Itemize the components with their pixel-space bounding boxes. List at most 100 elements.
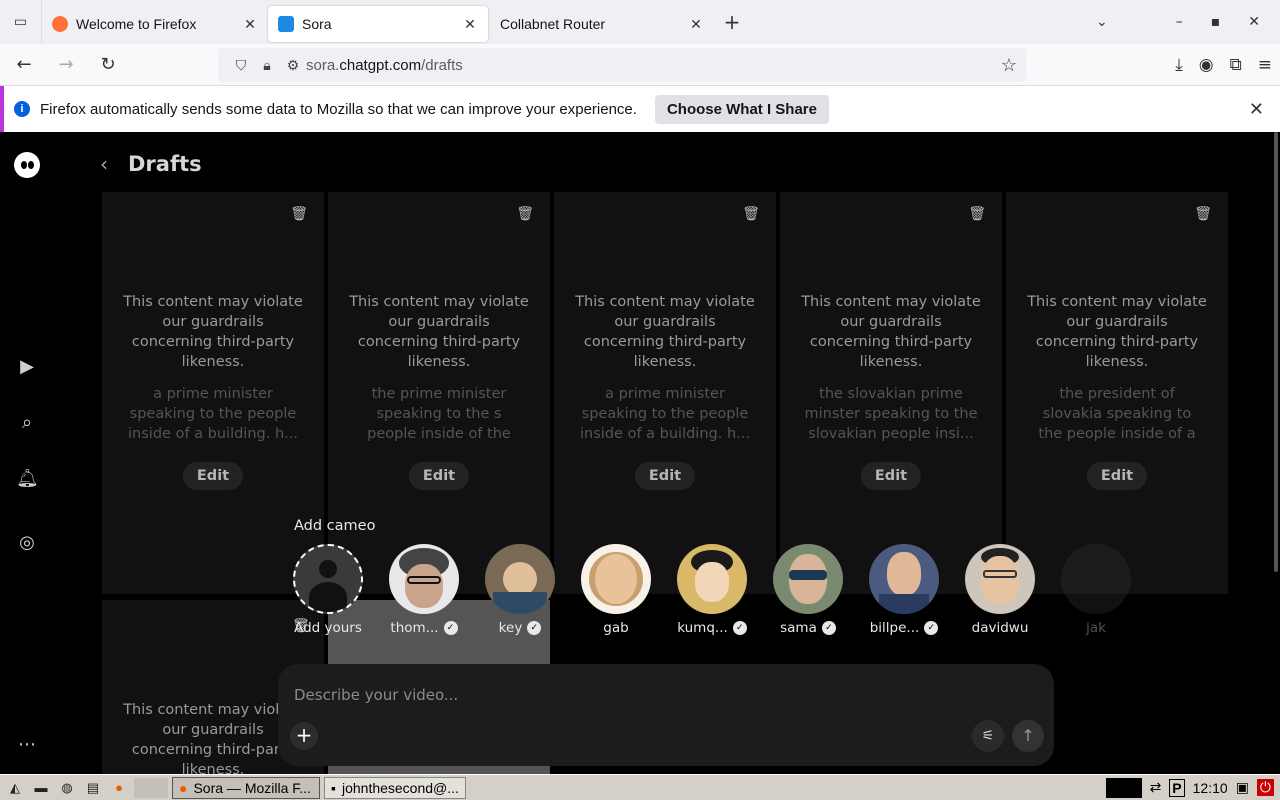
extensions-icon[interactable]: ⧉: [1230, 55, 1242, 75]
video-feed-icon[interactable]: ▶︎: [16, 356, 38, 378]
edit-button[interactable]: Edit: [408, 462, 470, 490]
draft-card[interactable]: 🗑︎ This content may violate our guardrai…: [102, 192, 324, 594]
cameo-item[interactable]: thom... ✓: [376, 544, 472, 636]
trash-icon[interactable]: 🗑︎: [516, 206, 534, 222]
cameo-name: gab: [603, 620, 629, 636]
more-icon[interactable]: ⋯: [16, 734, 38, 756]
tab-title: Collabnet Router: [500, 16, 606, 32]
draft-card[interactable]: 🗑︎ This content may violate our guardrai…: [554, 192, 776, 594]
guardrail-warning: This content may violate our guardrails …: [123, 294, 303, 370]
guardrail-warning: This content may violate our guardrails …: [801, 294, 981, 370]
tab-sora[interactable]: Sora ✕: [268, 6, 488, 42]
add-icon[interactable]: +: [290, 722, 318, 750]
scrollbar[interactable]: [1272, 132, 1280, 774]
tab-welcome-firefox[interactable]: Welcome to Firefox ✕: [42, 6, 268, 42]
chevron-down-icon[interactable]: ⌄: [1096, 14, 1108, 30]
back-chevron-icon[interactable]: ‹: [100, 152, 108, 176]
bookmark-star-icon[interactable]: ☆: [992, 55, 1026, 76]
blank-launcher-icon[interactable]: [134, 777, 168, 798]
search-icon[interactable]: ⌕: [16, 412, 38, 434]
scrollbar-thumb[interactable]: [1274, 132, 1278, 572]
avatar: [389, 544, 459, 614]
url-bar[interactable]: ⛉ 🔒︎ ⚙︎ sora. chatgpt.com/drafts ☆: [218, 48, 1026, 82]
cameo-name: sama: [780, 620, 817, 636]
cameo-add-yours[interactable]: Add yours: [280, 544, 376, 636]
firefox-launcher-icon[interactable]: ●: [108, 778, 130, 798]
guardrail-warning: This content may violate our guardrails …: [575, 294, 755, 370]
settings-sliders-icon[interactable]: ⚟: [972, 720, 1004, 752]
sora-app: ▶︎ ⌕ 🔔︎ ◎ ⋯ ‹ Drafts 🗑︎ This content may…: [0, 132, 1280, 774]
draft-prompt: the prime minister speaking to the s peo…: [367, 386, 511, 442]
cameo-name: thom...: [390, 620, 439, 636]
download-icon[interactable]: ⤓: [1175, 55, 1183, 75]
minimize-icon[interactable]: –: [1176, 14, 1183, 30]
profile-icon[interactable]: ◎: [16, 532, 38, 554]
draft-card[interactable]: 🗑︎ This content may violate our guardrai…: [1006, 192, 1228, 594]
tab-collabnet-router[interactable]: Collabnet Router ✕: [488, 6, 714, 42]
nav-bar: ← → ↻ ⛉ 🔒︎ ⚙︎ sora. chatgpt.com/drafts ☆ …: [0, 44, 1280, 86]
send-arrow-icon[interactable]: ↑: [1012, 720, 1044, 752]
draft-prompt: the slovakian prime minster speaking to …: [804, 386, 978, 442]
draft-card[interactable]: 🗑︎ This content may violate our guardrai…: [780, 192, 1002, 594]
edit-button[interactable]: Edit: [182, 462, 244, 490]
window-icon[interactable]: ▤: [82, 778, 104, 798]
account-icon[interactable]: ◉: [1199, 55, 1214, 75]
shield-icon[interactable]: ⛉: [228, 57, 254, 74]
choose-what-i-share-button[interactable]: Choose What I Share: [654, 94, 829, 124]
cameo-name: davidwu: [971, 620, 1029, 636]
close-notification-icon[interactable]: ✕: [1249, 99, 1264, 120]
add-cameo-label: Add cameo: [294, 518, 376, 534]
tray-p-icon[interactable]: P: [1169, 778, 1185, 797]
forward-icon[interactable]: →: [48, 54, 84, 75]
files-icon[interactable]: ▬: [30, 778, 52, 798]
close-tab-icon[interactable]: ✕: [462, 16, 478, 33]
cameo-item[interactable]: gab: [568, 544, 664, 636]
cameo-item[interactable]: davidwu: [952, 544, 1048, 636]
tray-black-icon: [1105, 777, 1142, 798]
menu-icon[interactable]: ≡: [1258, 55, 1272, 75]
edit-button[interactable]: Edit: [634, 462, 696, 490]
close-tab-icon[interactable]: ✕: [242, 16, 258, 33]
cameo-item[interactable]: jak: [1048, 544, 1144, 636]
trash-icon[interactable]: 🗑︎: [1194, 206, 1212, 222]
window-controls: ⌄ – ▪ ✕: [1096, 14, 1280, 30]
close-tab-icon[interactable]: ✕: [688, 16, 704, 33]
edit-button[interactable]: Edit: [1086, 462, 1148, 490]
power-icon[interactable]: ⏻: [1256, 779, 1274, 796]
url-host: chatgpt.com: [339, 56, 422, 74]
back-icon[interactable]: ←: [6, 54, 42, 75]
info-icon: i: [14, 101, 30, 117]
tab-title: Welcome to Firefox: [76, 16, 197, 32]
tab-title: Sora: [302, 16, 332, 32]
cameo-item[interactable]: key ✓: [472, 544, 568, 636]
bell-icon[interactable]: 🔔︎: [16, 468, 39, 490]
lock-icon[interactable]: 🔒︎: [254, 57, 280, 74]
cameo-item[interactable]: sama ✓: [760, 544, 856, 636]
os-taskbar: ◭ ▬ ◍ ▤ ● ● Sora — Mozilla F... ▪ johnth…: [0, 774, 1280, 800]
draft-prompt: a prime minister speaking to the people …: [580, 386, 750, 442]
close-window-icon[interactable]: ✕: [1248, 14, 1260, 30]
cameo-item[interactable]: kumq... ✓: [664, 544, 760, 636]
trash-icon[interactable]: 🗑︎: [290, 206, 308, 222]
edit-button[interactable]: Edit: [860, 462, 922, 490]
tab-list-icon[interactable]: ▭: [0, 0, 42, 44]
prompt-composer[interactable]: Describe your video... + ⚟ ↑: [278, 664, 1054, 766]
cameo-item[interactable]: billpe... ✓: [856, 544, 952, 636]
sora-logo-icon[interactable]: [14, 152, 40, 178]
cameo-name: kumq...: [677, 620, 728, 636]
reload-icon[interactable]: ↻: [90, 54, 126, 75]
taskbar-task-terminal[interactable]: ▪ johnthesecond@...: [324, 776, 466, 799]
tray-monitor-icon[interactable]: ▣: [1236, 779, 1249, 796]
avatar: [965, 544, 1035, 614]
describe-video-input[interactable]: Describe your video...: [294, 686, 458, 704]
tray-network-icon[interactable]: ⇄: [1150, 779, 1162, 796]
taskbar-task-firefox[interactable]: ● Sora — Mozilla F...: [172, 776, 320, 799]
network-icon[interactable]: ◍: [56, 778, 78, 798]
permissions-icon[interactable]: ⚙︎: [280, 57, 306, 74]
maximize-icon[interactable]: ▪: [1211, 14, 1221, 30]
trash-icon[interactable]: 🗑︎: [968, 206, 986, 222]
start-menu-icon[interactable]: ◭: [4, 778, 26, 798]
trash-icon[interactable]: 🗑︎: [742, 206, 760, 222]
cameo-name: jak: [1086, 620, 1106, 636]
new-tab-icon[interactable]: +: [714, 10, 750, 34]
